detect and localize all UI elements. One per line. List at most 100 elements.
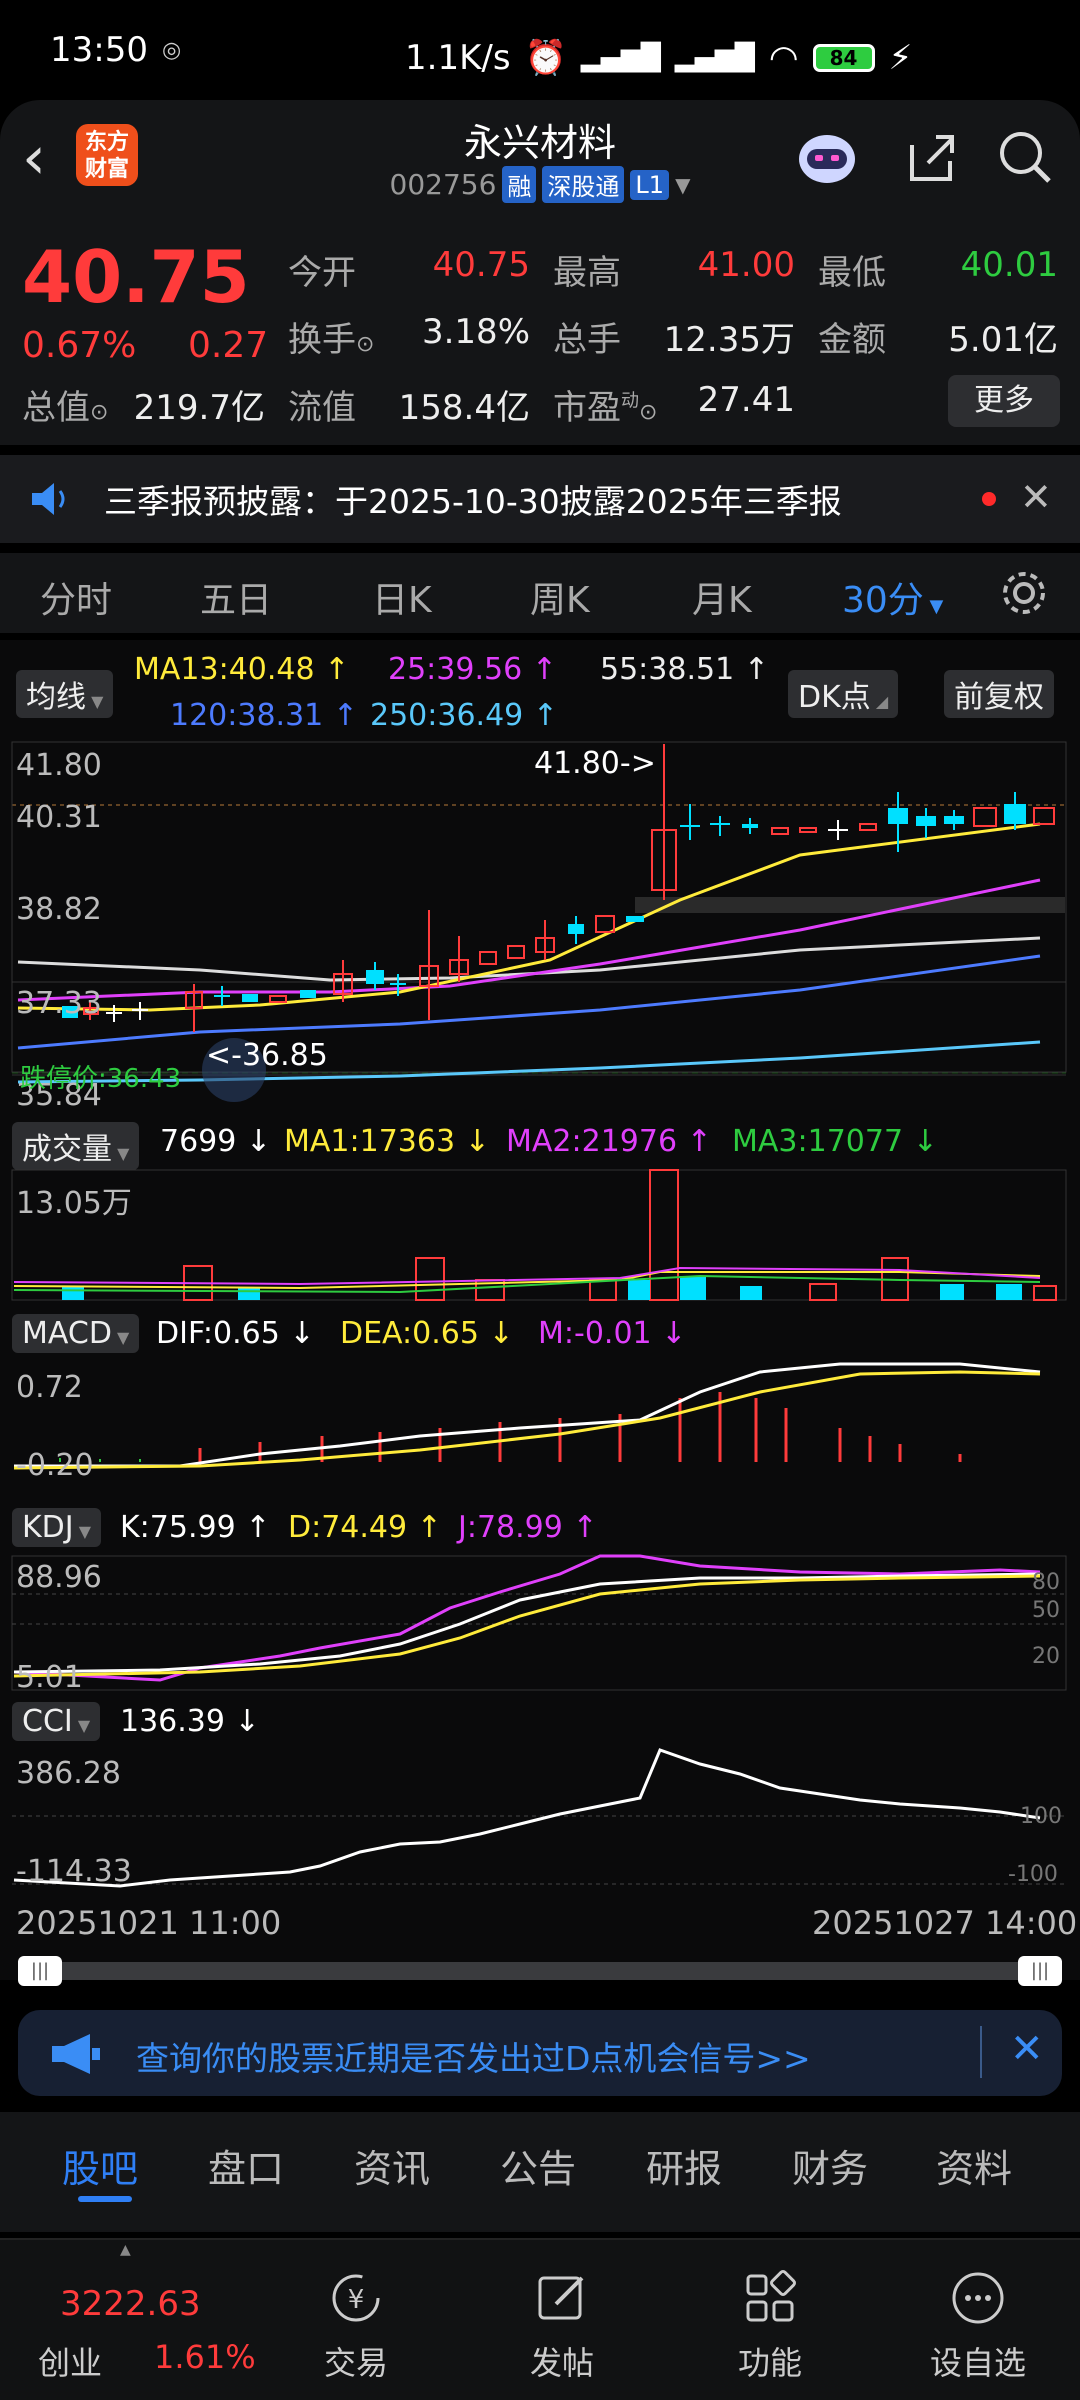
svg-text:¥: ¥ (348, 2285, 365, 2315)
search-icon[interactable] (993, 125, 1057, 189)
nav-add-watchlist[interactable]: 设自选 (908, 2270, 1048, 2384)
nav-trade[interactable]: ¥ 交易 (286, 2270, 426, 2384)
macd-dif: DIF:0.65 ↓ (156, 1316, 315, 1351)
info-icon[interactable]: ⊙ (90, 400, 108, 425)
bottom-nav: ▲ 3222.63 创业 1.61% ¥ 交易 发帖 功能 设自选 (0, 2238, 1080, 2400)
tab-intraday[interactable]: 分时 (40, 571, 112, 623)
volume-select[interactable]: 成交量 ▼ (12, 1122, 140, 1170)
tab-financials[interactable]: 财务 (792, 2138, 868, 2193)
margin-tag: 融 (502, 166, 537, 203)
megaphone-icon (52, 2034, 100, 2074)
tab-forum[interactable]: 股吧 (62, 2138, 138, 2193)
macd-select[interactable]: MACD ▼ (12, 1314, 140, 1353)
vol-ma2: MA2:21976 ↑ (506, 1124, 712, 1159)
range-start-handle[interactable]: ||| (18, 1956, 62, 1986)
cci-ref-minus-100: -100 (1008, 1862, 1058, 1887)
change-percent: 0.67% (22, 325, 137, 366)
index-change: 1.61% (154, 2338, 256, 2376)
grid-icon (746, 2270, 796, 2322)
connect-tag: 深股通 (542, 166, 625, 203)
volume-axis-max: 13.05万 (16, 1186, 132, 1221)
robot-assistant-icon[interactable] (795, 125, 859, 189)
more-button[interactable]: 更多 (948, 375, 1060, 427)
cci-ref-100: 100 (1020, 1804, 1062, 1829)
charging-icon: ⚡ (888, 38, 913, 78)
kdj-axis-min: 5.01 (16, 1660, 83, 1695)
amount-value: 5.01亿 (948, 320, 1058, 360)
app-logo[interactable]: 东方 财富 (76, 124, 138, 186)
tab-orderbook[interactable]: 盘口 (208, 2138, 284, 2193)
tab-news[interactable]: 资讯 (354, 2138, 430, 2193)
yuan-circle-icon: ¥ (332, 2274, 380, 2322)
range-scrollbar[interactable]: ||| ||| (18, 1956, 1062, 1986)
date-end: 20251027 14:00 (812, 1904, 1078, 1942)
pe-value: 27.41 (697, 380, 795, 420)
kdj-k: K:75.99 ↑ (120, 1510, 271, 1545)
tab-profile[interactable]: 资料 (936, 2138, 1012, 2193)
vol-ma3: MA3:17077 ↓ (732, 1124, 938, 1159)
volume-panel-svg (11, 1169, 1067, 1301)
sync-icon: ◎ (161, 37, 182, 63)
dk-signal-banner[interactable]: 查询你的股票近期是否发出过D点机会信号>> ✕ (18, 2010, 1062, 2096)
open-label: 今开 (288, 253, 356, 293)
tab-weekly-k[interactable]: 周K (530, 571, 590, 623)
status-time: 13:50 (50, 30, 148, 70)
gear-icon[interactable] (998, 567, 1050, 619)
info-icon[interactable]: ⊙ (356, 332, 374, 357)
macd-m: M:-0.01 ↓ (538, 1316, 687, 1351)
pe-label: 市盈动⊙ (553, 388, 658, 428)
market-cap-label: 总值⊙ (22, 388, 109, 428)
chevron-down-icon: ▼ (675, 172, 691, 197)
tab-monthly-k[interactable]: 月K (692, 571, 752, 623)
turnover-label: 换手⊙ (288, 320, 375, 360)
alarm-icon: ⏰ (524, 38, 567, 78)
back-icon[interactable]: ‹ (22, 128, 46, 188)
kline-chart-area[interactable]: 均线 ▼ MA13:40.48 ↑ 25:39.56 ↑ 55:38.51 ↑ … (0, 640, 1080, 1980)
notice-bar[interactable]: 三季报预披露：于2025-10-30披露2025年三季报 ✕ (0, 455, 1080, 543)
kdj-ref-80: 80 (1032, 1570, 1060, 1595)
tab-announcements[interactable]: 公告 (500, 2138, 576, 2193)
range-end-handle[interactable]: ||| (1018, 1956, 1062, 1986)
nav-functions[interactable]: 功能 (700, 2270, 840, 2384)
info-icon[interactable]: ⊙ (639, 400, 657, 425)
kdj-panel-svg (11, 1554, 1067, 1691)
wifi-icon: ◠ (768, 38, 799, 78)
kdj-ref-50: 50 (1032, 1598, 1060, 1623)
nav-post[interactable]: 发帖 (492, 2270, 632, 2384)
price-axis-4: 37.33 (16, 986, 102, 1021)
tab-daily-k[interactable]: 日K (372, 571, 432, 623)
open-value: 40.75 (432, 245, 530, 285)
banner-divider (980, 2026, 982, 2078)
high-marker: 41.80-> (534, 746, 656, 781)
tab-30min[interactable]: 30分 ▼ (842, 571, 943, 623)
tab-five-day[interactable]: 五日 (200, 571, 272, 623)
amount-label: 金额 (818, 320, 886, 360)
price-axis-3: 38.82 (16, 892, 102, 927)
cci-select[interactable]: CCI ▼ (12, 1702, 101, 1741)
speaker-icon (32, 483, 65, 515)
kdj-d: D:74.49 ↑ (288, 1510, 442, 1545)
macd-dea: DEA:0.65 ↓ (340, 1316, 514, 1351)
share-icon[interactable] (900, 125, 964, 189)
tab-research[interactable]: 研报 (646, 2138, 722, 2193)
low-marker: <-36.85 (206, 1038, 328, 1073)
date-start: 20251021 11:00 (16, 1904, 282, 1942)
more-dots-icon (952, 2272, 1004, 2324)
float-cap-value: 158.4亿 (398, 388, 530, 428)
index-value[interactable]: 3222.63 (60, 2284, 201, 2324)
macd-panel-svg (13, 1362, 1041, 1470)
kdj-select[interactable]: KDJ ▼ (12, 1508, 102, 1547)
status-bar: 13:50 ◎ 1.1K/s ⏰ ▂▄▆█ ▂▄▆█ ◠ 84 ⚡ (0, 0, 1080, 100)
close-icon[interactable]: ✕ (1010, 2026, 1044, 2072)
stock-code-line[interactable]: 002756 融 深股通 L1 ▼ (380, 166, 700, 203)
edit-icon (538, 2276, 584, 2320)
level-tag: L1 (630, 169, 670, 200)
stock-code: 002756 (389, 168, 497, 201)
macd-axis-max: 0.72 (16, 1370, 83, 1405)
close-icon[interactable]: ✕ (1020, 475, 1052, 519)
cci-panel-svg (12, 1748, 1066, 1888)
low-label: 最低 (818, 253, 886, 293)
vol-ma1: MA1:17363 ↓ (284, 1124, 490, 1159)
banner-text: 查询你的股票近期是否发出过D点机会信号>> (136, 2039, 811, 2078)
low-value: 40.01 (960, 245, 1058, 285)
